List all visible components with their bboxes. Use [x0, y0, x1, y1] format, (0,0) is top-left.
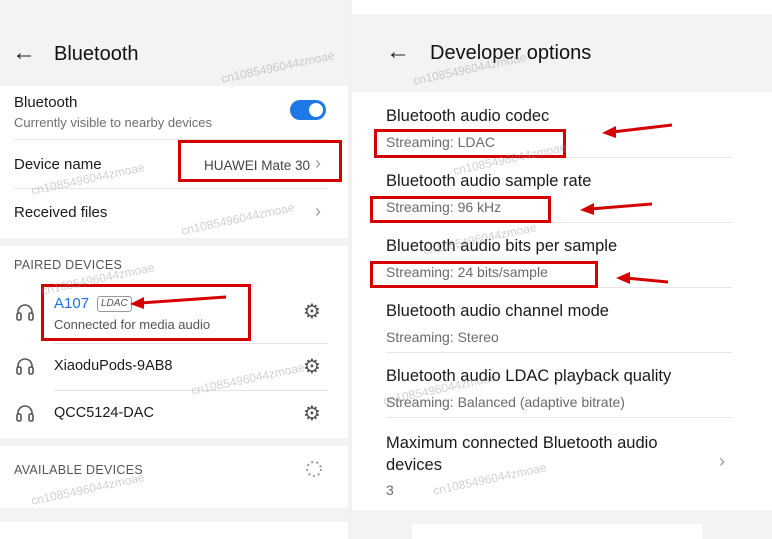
sample-rate-highlight [370, 196, 551, 223]
bt-ldac-quality-option[interactable]: Bluetooth audio LDAC playback quality St… [352, 353, 772, 417]
annotation-arrow [602, 123, 673, 138]
chevron-right-icon: › [719, 451, 725, 471]
gear-icon[interactable]: ⚙ [303, 354, 321, 379]
device-name: QCC5124-DAC [54, 405, 154, 421]
gear-icon[interactable]: ⚙ [303, 299, 321, 324]
chevron-right-icon: › [315, 201, 321, 221]
page-title: Bluetooth [54, 43, 139, 65]
gear-icon[interactable]: ⚙ [303, 401, 321, 426]
paired-device-xiaodupods[interactable]: XiaoduPods-9AB8 ⚙ [0, 344, 348, 390]
option-title: Bluetooth audio channel mode [386, 302, 609, 320]
option-value: Streaming: Stereo [386, 329, 499, 345]
device-name-highlight [178, 140, 342, 182]
headphones-icon [16, 405, 34, 422]
option-title: Maximum connected Bluetooth audio device… [386, 434, 658, 474]
bluetooth-toggle[interactable] [290, 100, 326, 120]
page-title: Developer options [430, 42, 592, 64]
codec-highlight [374, 129, 566, 158]
annotation-arrow [616, 272, 669, 284]
top-card-edge [352, 0, 772, 14]
device-name: XiaoduPods-9AB8 [54, 358, 173, 374]
developer-options-panel: ← Developer options Bluetooth audio code… [352, 0, 772, 539]
paired-devices-header: PAIRED DEVICES [14, 258, 123, 272]
back-arrow-icon[interactable]: ← [386, 38, 410, 66]
option-title: Bluetooth audio bits per sample [386, 237, 618, 255]
annotation-arrow [580, 202, 653, 215]
paired-device-qcc5124[interactable]: QCC5124-DAC ⚙ [0, 391, 348, 437]
max-connected-devices-option[interactable]: Maximum connected Bluetooth audio device… [352, 418, 772, 508]
option-value: 3 [386, 482, 394, 498]
bottom-card [412, 524, 702, 539]
bluetooth-label: Bluetooth [14, 94, 78, 111]
received-files-label: Received files [14, 204, 108, 221]
received-files-row[interactable]: Received files › [0, 189, 348, 237]
back-arrow-icon[interactable]: ← [12, 39, 36, 67]
option-value: Streaming: Balanced (adaptive bitrate) [386, 394, 625, 410]
device-name-label: Device name [14, 156, 102, 173]
paired-devices-card: PAIRED DEVICES A107 LDAC Connected for m… [0, 246, 348, 438]
option-title: Bluetooth audio codec [386, 107, 550, 125]
annotation-arrow [130, 295, 227, 309]
bits-per-sample-highlight [370, 261, 598, 288]
headphones-icon [16, 358, 34, 375]
option-title: Bluetooth audio LDAC playback quality [386, 367, 672, 385]
loading-spinner-icon [306, 461, 322, 477]
header: ← Bluetooth [0, 0, 348, 86]
option-title: Bluetooth audio sample rate [386, 172, 592, 190]
headphones-icon [16, 304, 34, 321]
visibility-status: Currently visible to nearby devices [14, 115, 212, 130]
available-devices-card: AVAILABLE DEVICES [0, 446, 348, 508]
bluetooth-settings-panel: ← Bluetooth Bluetooth Currently visible … [0, 0, 348, 539]
bluetooth-toggle-row[interactable]: Bluetooth Currently visible to nearby de… [0, 86, 348, 138]
toggle-knob [309, 103, 323, 117]
header: ← Developer options [352, 14, 772, 86]
bottom-card [0, 522, 348, 539]
available-devices-header: AVAILABLE DEVICES [14, 463, 143, 477]
bt-channel-mode-option[interactable]: Bluetooth audio channel mode Streaming: … [352, 288, 772, 352]
